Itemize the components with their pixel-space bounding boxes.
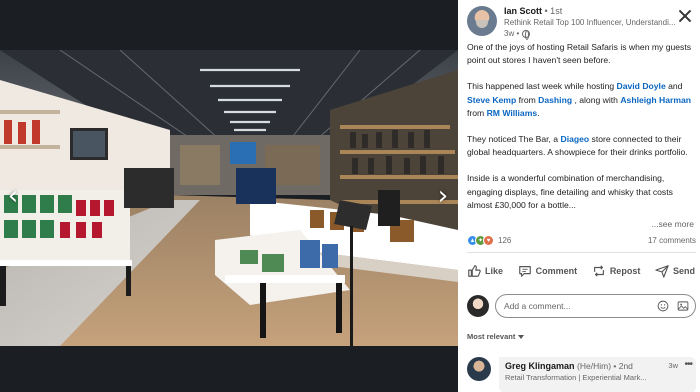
image-viewer: ‹ ›: [0, 0, 458, 392]
text: from: [467, 107, 487, 118]
comment-count[interactable]: 17 comments: [648, 236, 696, 245]
globe-icon: [522, 29, 531, 40]
caret-down-icon: [518, 334, 525, 339]
like-icon: [468, 265, 481, 277]
post-actions: Like Comment Repost Send: [463, 262, 699, 280]
commenter-headline: Retail Transformation | Experiential Mar…: [505, 373, 647, 382]
repost-icon: [593, 265, 604, 277]
comment-icon: [518, 266, 531, 277]
mention-link[interactable]: Dashing: [538, 95, 572, 105]
author-name[interactable]: Ian Scott: [504, 6, 542, 16]
chevron-right-icon[interactable]: ›: [434, 182, 452, 210]
like-label: Like: [485, 266, 504, 276]
send-button[interactable]: Send: [651, 262, 699, 280]
send-label: Send: [672, 266, 695, 276]
reactions[interactable]: ▲ ✦ ♥ 126: [467, 235, 511, 246]
post-paragraph-1: One of the joys of hosting Retail Safari…: [467, 42, 692, 66]
comment-sort-dropdown[interactable]: Most relevant: [467, 332, 525, 341]
mention-link[interactable]: RM Williams: [487, 108, 538, 118]
post-time: 3w •: [504, 28, 674, 40]
post-paragraph-2: This happened last week while hosting Da…: [467, 80, 697, 120]
comment-label: Comment: [535, 266, 578, 276]
commenter-meta: (He/Him) • 2nd: [577, 361, 633, 371]
love-reaction-icon: ♥: [483, 235, 494, 246]
like-button[interactable]: Like: [463, 262, 507, 280]
comment-button[interactable]: Comment: [514, 262, 582, 280]
text: and: [665, 81, 683, 92]
author-avatar[interactable]: [467, 6, 497, 36]
comment-body: Greg Klingaman (He/Him) • 2nd Retail Tra…: [499, 357, 696, 392]
comment-item: Greg Klingaman (He/Him) • 2nd Retail Tra…: [467, 357, 696, 392]
mention-link[interactable]: David Doyle: [617, 81, 666, 91]
post-panel: Ian Scott • 1st Rethink Retail Top 100 I…: [458, 0, 700, 392]
commenter-line: Greg Klingaman (He/Him) • 2nd: [505, 361, 690, 371]
post-paragraph-3: They noticed The Bar, a Diageo store con…: [467, 133, 697, 159]
post-author: Ian Scott • 1st Rethink Retail Top 100 I…: [467, 6, 676, 40]
text: from: [516, 94, 539, 105]
mention-link[interactable]: Ashleigh Harman: [620, 95, 691, 105]
emoji-icon[interactable]: [657, 300, 669, 312]
chevron-left-icon[interactable]: ‹: [4, 182, 22, 210]
reaction-count: 126: [498, 236, 512, 245]
author-headline: Rethink Retail Top 100 Influencer, Under…: [504, 18, 676, 27]
post-photo[interactable]: [0, 50, 458, 346]
sort-label: Most relevant: [467, 332, 516, 341]
repost-label: Repost: [609, 266, 641, 276]
comment-time: 3w: [668, 361, 678, 370]
text: .: [537, 107, 540, 118]
text: They noticed The Bar, a: [467, 134, 561, 145]
see-more-link[interactable]: ...see more: [651, 219, 694, 229]
image-icon[interactable]: [677, 300, 689, 312]
mention-link[interactable]: Steve Kemp: [467, 95, 516, 105]
social-counts: ▲ ✦ ♥ 126 17 comments: [467, 235, 696, 246]
comment-placeholder: Add a comment...: [504, 301, 571, 311]
author-degree: • 1st: [544, 6, 563, 16]
current-user-avatar: [467, 295, 489, 317]
text: , along with: [572, 94, 621, 105]
post-text: One of the joys of hosting Retail Safari…: [467, 41, 697, 225]
author-name-line: Ian Scott • 1st: [504, 6, 674, 17]
commenter-avatar[interactable]: [467, 357, 491, 381]
comment-input[interactable]: Add a comment...: [495, 294, 696, 318]
store-interior-image: [0, 50, 458, 346]
send-icon: [655, 265, 669, 278]
divider: [467, 252, 696, 253]
comment-composer: Add a comment...: [467, 294, 696, 318]
repost-button[interactable]: Repost: [588, 262, 645, 280]
mention-link[interactable]: Diageo: [560, 134, 589, 144]
more-icon[interactable]: •••: [684, 359, 692, 370]
author-info: Ian Scott • 1st Rethink Retail Top 100 I…: [504, 6, 676, 40]
post-paragraph-4: Inside is a wonderful combination of mer…: [467, 173, 673, 210]
post-time-text: 3w •: [504, 29, 520, 38]
text: This happened last week while hosting: [467, 81, 617, 92]
commenter-name[interactable]: Greg Klingaman: [505, 361, 575, 371]
